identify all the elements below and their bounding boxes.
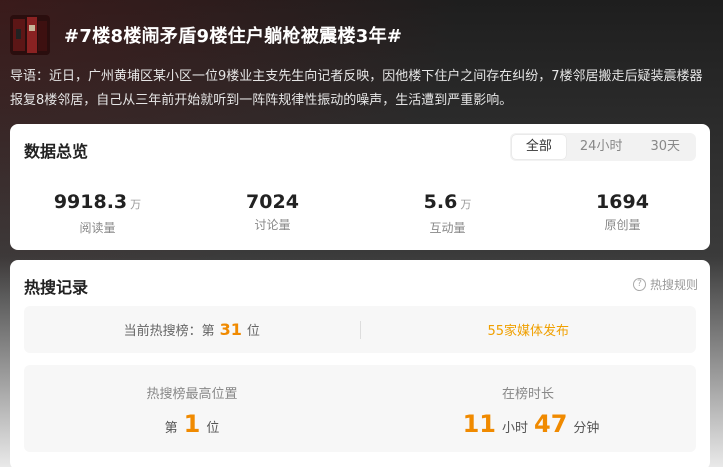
overview-title: 数据总览	[24, 142, 89, 161]
stat-reads: 9918.3 万 阅读量	[10, 190, 185, 236]
time-on-list: 在榜时长 11 小时 47 分钟	[360, 365, 696, 452]
hot-search-rules-link[interactable]: ? 热搜规则	[632, 276, 698, 293]
stat-label: 原创量	[604, 218, 641, 232]
question-icon: ?	[632, 278, 646, 291]
stat-discussions: 7024 讨论量	[185, 190, 360, 236]
tab-30d[interactable]: 30天	[636, 135, 694, 159]
thumbnail-image	[10, 15, 50, 55]
current-rank-number: 31	[219, 320, 242, 339]
duration-hours: 11	[462, 410, 496, 438]
highest-position-label: 热搜榜最高位置	[146, 387, 238, 402]
stats-row: 9918.3 万 阅读量 7024 讨论量 5.6 万 互动量 1694 原创量	[10, 190, 710, 236]
current-rank: 当前热搜榜：第 31 位	[123, 320, 260, 339]
current-rank-panel: 当前热搜榜：第 31 位 55家媒体发布	[24, 306, 696, 353]
tab-all[interactable]: 全部	[511, 135, 566, 159]
rules-label: 热搜规则	[649, 278, 698, 292]
topic-thumbnail[interactable]	[10, 15, 50, 55]
duration-minutes: 47	[534, 410, 568, 438]
stat-value: 1694	[596, 191, 649, 213]
stat-originals: 1694 原创量	[535, 190, 710, 236]
stat-label: 讨论量	[254, 218, 291, 232]
stat-label: 互动量	[429, 221, 466, 235]
time-range-tabs: 全部 24小时 30天	[509, 133, 696, 161]
stat-interactions: 5.6 万 互动量	[360, 190, 535, 236]
highest-position-number: 1	[183, 410, 201, 438]
topic-title: #7楼8楼闹矛盾9楼住户躺枪被震楼3年#	[64, 26, 403, 47]
time-on-list-label: 在榜时长	[501, 387, 554, 402]
stat-value: 7024	[246, 191, 299, 213]
stat-value: 9918.3 万	[53, 191, 142, 213]
topic-intro: 导语：近日，广州黄埔区某小区一位9楼业主支先生向记者反映，因他楼下住户之间存在纠…	[10, 69, 703, 108]
topic-header: #7楼8楼闹矛盾9楼住户躺枪被震楼3年#	[10, 14, 710, 56]
data-overview-card: 数据总览 全部 24小时 30天 9918.3 万 阅读量 7024 讨论量 5.…	[10, 124, 710, 250]
hot-search-record-card: 热搜记录 ? 热搜规则 当前热搜榜：第 31 位 55家媒体发布 热搜榜最高位置 第…	[10, 260, 710, 467]
stat-label: 阅读量	[79, 221, 116, 235]
media-publish-link[interactable]: 55家媒体发布	[487, 324, 569, 339]
best-rank-panel: 热搜榜最高位置 第1位 在榜时长 11 小时 47 分钟	[24, 365, 696, 452]
highest-position: 热搜榜最高位置 第1位	[24, 365, 360, 452]
tab-24h[interactable]: 24小时	[566, 135, 637, 159]
hot-search-title: 热搜记录	[24, 278, 89, 297]
stat-value: 5.6 万	[423, 191, 472, 213]
